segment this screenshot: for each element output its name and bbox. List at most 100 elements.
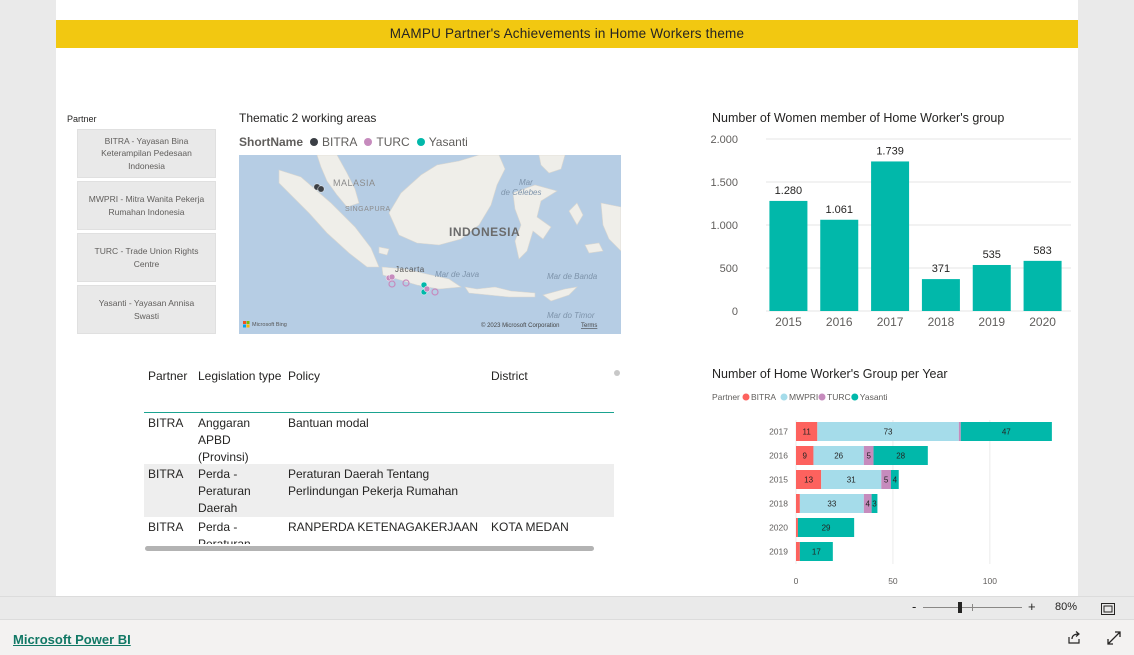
chart1-bar bbox=[820, 219, 859, 311]
chart1-title: Number of Women member of Home Worker's … bbox=[712, 111, 1005, 125]
land-maluku-2 bbox=[584, 242, 604, 254]
table-header: Partner Legislation type Policy District bbox=[144, 368, 614, 413]
legislation-table: Partner Legislation type Policy District… bbox=[144, 368, 614, 544]
cell-legislation-type: Perda - Peraturan bbox=[198, 520, 251, 544]
chart2-y-tick: 2019 bbox=[769, 547, 788, 557]
chart2-legend-title: Partner bbox=[712, 392, 740, 402]
chart2-legend-label: TURC bbox=[827, 392, 851, 402]
cell-legislation-type: Anggaran APBD (Provinsi) bbox=[198, 416, 251, 464]
map-point-turc-5 bbox=[423, 285, 431, 293]
chart1-x-tick: 2015 bbox=[775, 315, 802, 329]
table-row: BITRA Perda - Peraturan RANPERDA KETENAG… bbox=[144, 517, 614, 544]
chart2-data-label: 17 bbox=[812, 548, 821, 557]
chart1-bar bbox=[871, 161, 910, 311]
chart2-bar-segment bbox=[796, 494, 800, 513]
chart1-x-tick: 2017 bbox=[877, 315, 904, 329]
land-bangka bbox=[378, 246, 390, 256]
groups-per-year-bar-chart: Partner BITRA MWPRI TURC Yasanti 0 50 100 2017 11… bbox=[712, 392, 1052, 586]
map-view[interactable]: MALASIA SINGAPURA INDONESIA Jacarta Mar d… bbox=[239, 155, 621, 334]
chart2-data-label: 31 bbox=[847, 476, 856, 485]
chart2-legend-label: BITRA bbox=[751, 392, 776, 402]
fullscreen-icon[interactable] bbox=[1107, 631, 1121, 650]
chart2-y-tick: 2020 bbox=[769, 523, 788, 533]
chart2-legend-dot bbox=[742, 393, 750, 401]
chart2-data-label: 5 bbox=[884, 476, 889, 485]
cell-policy: Peraturan Daerah Tentang Perlindungan Pe… bbox=[288, 467, 459, 498]
map-label-jakarta: Jacarta bbox=[395, 265, 425, 274]
chart2-legend-label: MWPRI bbox=[789, 392, 818, 402]
map-point-turc-2 bbox=[388, 273, 396, 281]
chart1-data-label: 1.739 bbox=[876, 145, 904, 157]
power-bi-link[interactable]: Microsoft Power BI bbox=[13, 632, 131, 647]
chart1-y-tick: 0 bbox=[732, 306, 738, 318]
footer: Microsoft Power BI bbox=[0, 619, 1134, 655]
chart2-legend-dot bbox=[818, 393, 826, 401]
chart2-legend-dot bbox=[780, 393, 788, 401]
cell-partner: BITRA bbox=[148, 416, 184, 430]
report-canvas: MAMPU Partner's Achievements in Home Wor… bbox=[56, 0, 1078, 596]
chart1-y-tick: 500 bbox=[720, 263, 738, 275]
map-label-singapore: SINGAPURA bbox=[345, 206, 391, 213]
chart2-data-label: 9 bbox=[802, 452, 807, 461]
col-header-partner[interactable]: Partner bbox=[144, 368, 194, 410]
chart2-bar-segment bbox=[958, 422, 961, 441]
zoom-level: 80% bbox=[1055, 601, 1078, 613]
map-legend-title: ShortName bbox=[239, 135, 304, 149]
chart1-bar bbox=[1023, 260, 1062, 311]
chart1-y-tick: 1.500 bbox=[710, 177, 738, 189]
chart2-bar-segment bbox=[796, 518, 798, 537]
table-horizontal-scrollbar[interactable] bbox=[145, 546, 594, 551]
chart1-x-tick: 2016 bbox=[826, 315, 853, 329]
chart2-data-label: 47 bbox=[1002, 428, 1011, 437]
bing-logo-text: Microsoft Bing bbox=[252, 322, 287, 328]
chart1-bar bbox=[769, 200, 808, 311]
fit-to-page-icon[interactable] bbox=[1101, 602, 1115, 620]
map-label-malaysia: MALASIA bbox=[333, 178, 376, 188]
share-icon[interactable] bbox=[1067, 631, 1081, 650]
col-header-legislation-type[interactable]: Legislation type bbox=[194, 368, 284, 410]
map-point-turc-6 bbox=[431, 288, 439, 296]
zoom-out-button[interactable]: - bbox=[912, 599, 916, 614]
cell-partner: BITRA bbox=[148, 520, 184, 534]
chart2-data-label: 13 bbox=[804, 476, 813, 485]
cell-legislation-type: Perda - Peraturan Daerah bbox=[198, 467, 251, 515]
chart2-data-label: 4 bbox=[865, 500, 870, 509]
chart2-legend-dot bbox=[851, 393, 859, 401]
chart2-data-label: 73 bbox=[884, 428, 893, 437]
cell-policy: RANPERDA KETENAGAKERJAAN bbox=[288, 520, 479, 534]
chart1-x-tick: 2019 bbox=[978, 315, 1005, 329]
land-timor bbox=[542, 286, 578, 302]
land-nusa-tenggara bbox=[464, 286, 536, 298]
slicer-item-yasanti[interactable]: Yasanti - Yayasan Annisa Swasti bbox=[77, 285, 216, 334]
map-title: Thematic 2 working areas bbox=[239, 111, 377, 125]
map-label-java-sea: Mar de Java bbox=[435, 270, 480, 279]
map-legend: ShortName BITRA TURC Yasanti bbox=[239, 135, 468, 149]
chart2-data-label: 11 bbox=[803, 428, 812, 437]
bing-logo: Microsoft Bing bbox=[243, 321, 287, 328]
zoom-in-button[interactable]: + bbox=[1028, 599, 1036, 614]
map-legend-bitra: BITRA bbox=[322, 135, 358, 149]
table-vertical-scroll-indicator[interactable] bbox=[614, 370, 620, 376]
col-header-policy[interactable]: Policy bbox=[284, 368, 487, 410]
slicer-label: Partner bbox=[67, 114, 97, 124]
chart1-x-tick: 2020 bbox=[1029, 315, 1056, 329]
slicer-item-bitra[interactable]: BITRA - Yayasan Bina Keterampilan Pedesa… bbox=[77, 129, 216, 178]
legend-dot-bitra bbox=[310, 138, 319, 146]
slicer-item-turc[interactable]: TURC - Trade Union Rights Centre bbox=[77, 233, 216, 282]
cell-district bbox=[487, 415, 614, 464]
map-terms-link[interactable]: Terms bbox=[581, 323, 597, 329]
map-label-celebes: Mar de Célebes bbox=[501, 178, 541, 197]
chart2-data-label: 26 bbox=[834, 452, 843, 461]
slicer-item-mwpri[interactable]: MWPRI - Mitra Wanita Pekerja Rumahan Ind… bbox=[77, 181, 216, 230]
chart1-bar bbox=[921, 279, 960, 311]
chart2-data-label: 28 bbox=[896, 452, 905, 461]
land-philippines bbox=[538, 155, 566, 174]
chart1-data-label: 1.061 bbox=[825, 204, 853, 216]
col-header-district[interactable]: District bbox=[487, 368, 614, 410]
report-title: MAMPU Partner's Achievements in Home Wor… bbox=[56, 20, 1078, 48]
chart2-data-label: 29 bbox=[822, 524, 831, 533]
map-canvas: MALASIA SINGAPURA INDONESIA Jacarta Mar d… bbox=[243, 155, 621, 329]
chart1-data-label: 1.280 bbox=[775, 185, 803, 197]
zoom-slider-thumb[interactable] bbox=[958, 602, 962, 613]
map-label-indonesia: INDONESIA bbox=[449, 225, 520, 239]
